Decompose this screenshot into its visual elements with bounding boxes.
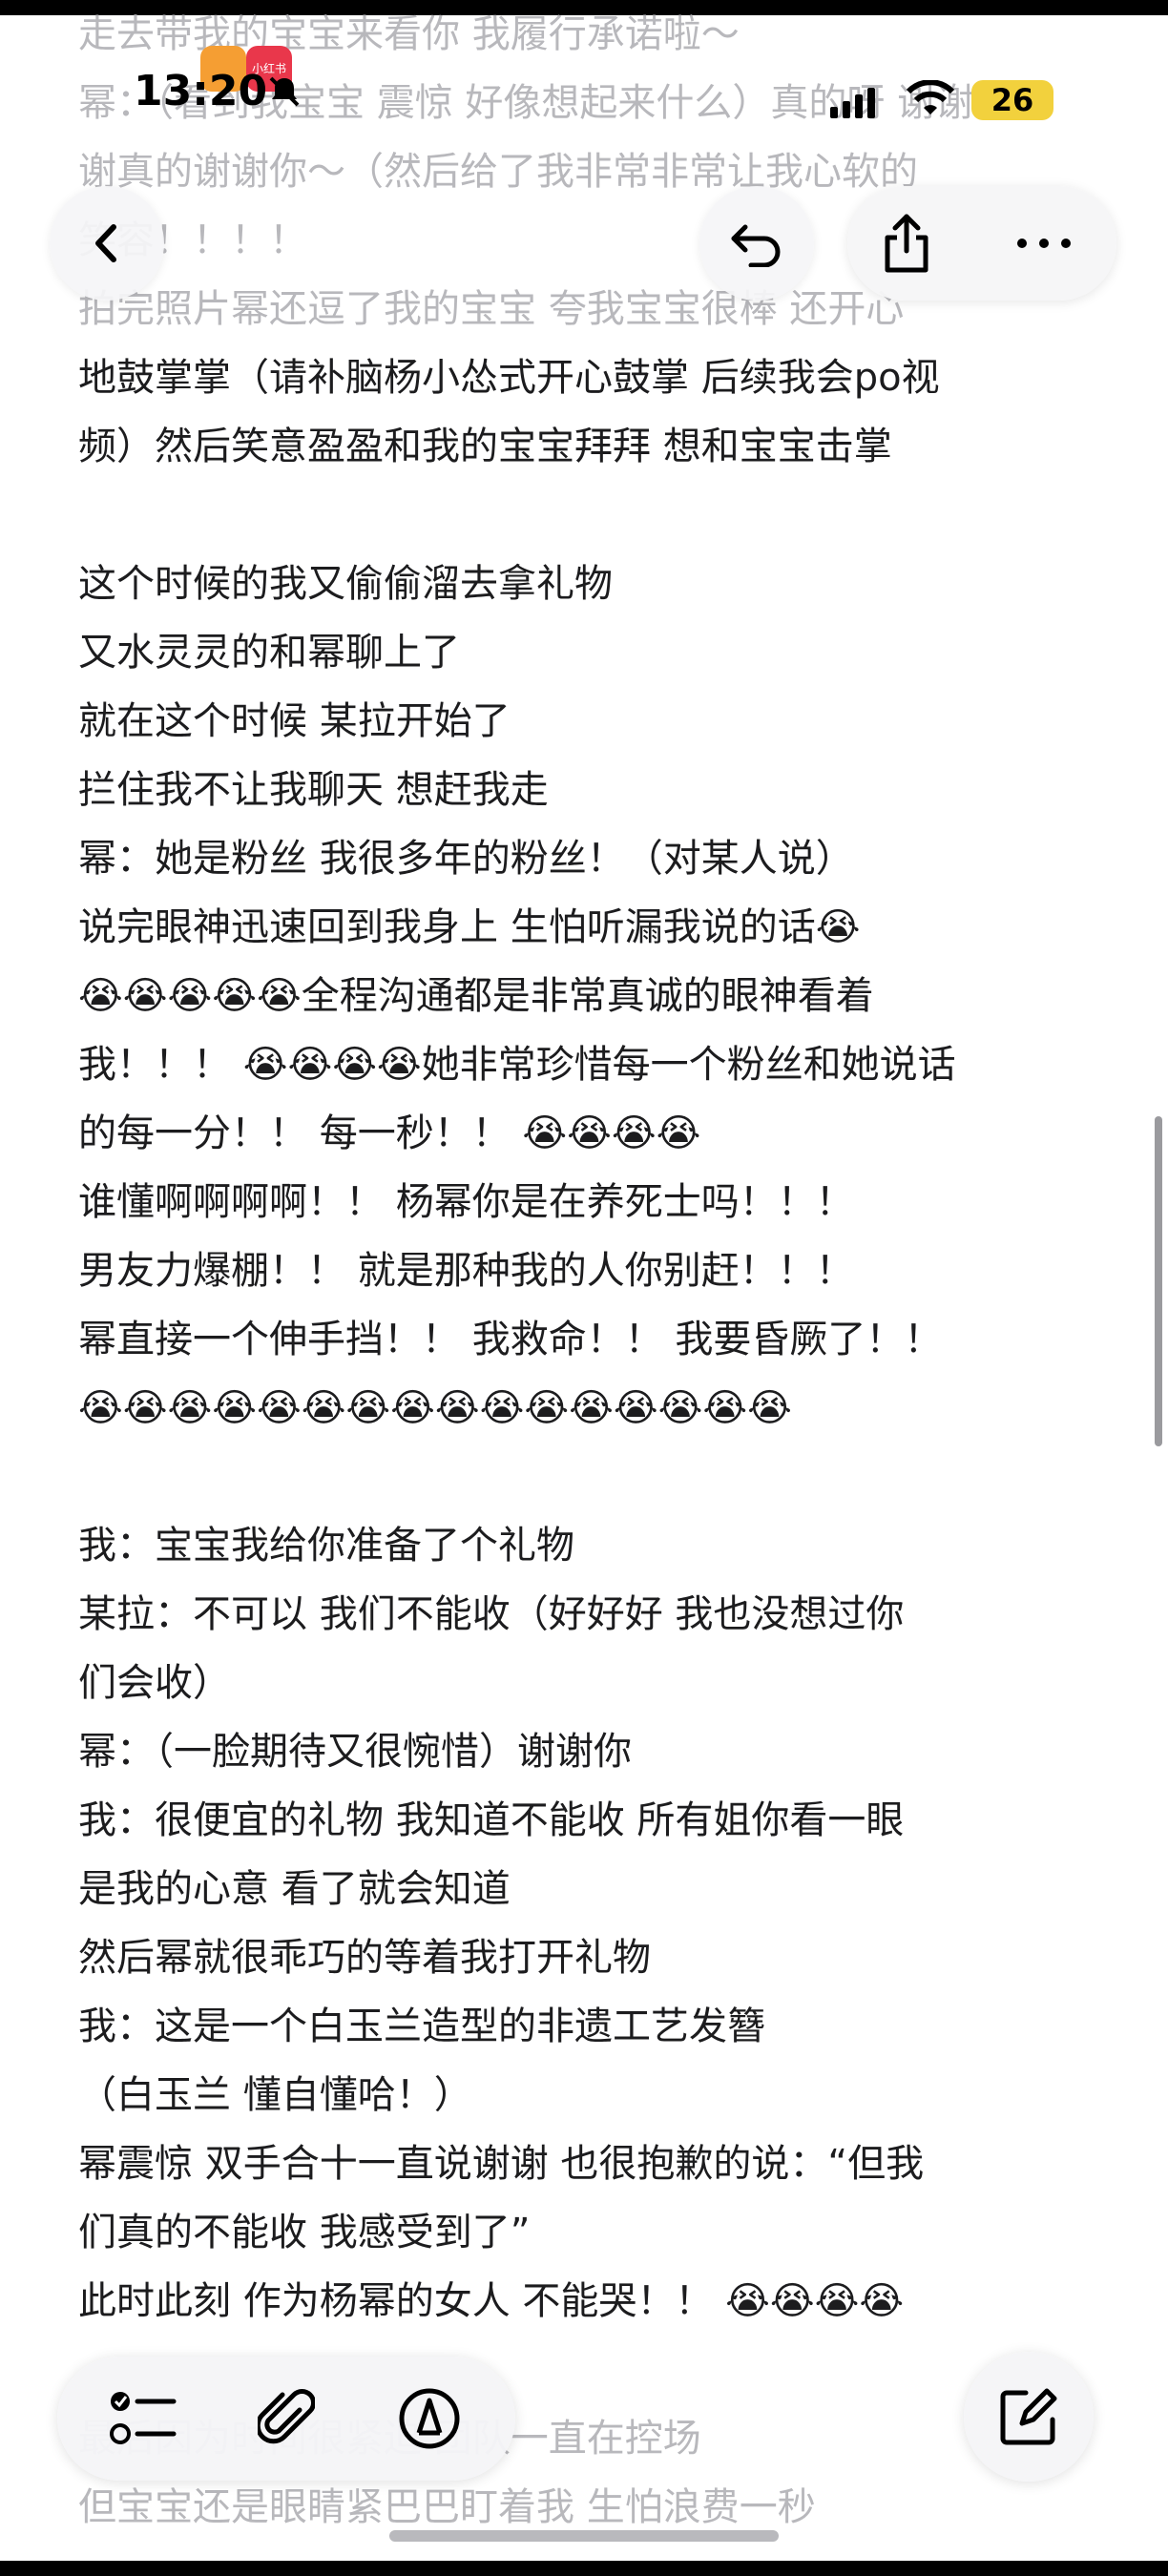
- note-line: 们会收）: [78, 1661, 231, 1705]
- note-line: 谁懂啊啊啊啊！！ 杨幂你是在养死士吗！！！: [78, 1180, 854, 1224]
- note-line: 男友力爆棚！！ 就是那种我的人你别赶！！！: [78, 1249, 854, 1293]
- markup-button[interactable]: [391, 2380, 468, 2457]
- paperclip-icon: [258, 2389, 315, 2444]
- compose-button[interactable]: [964, 2352, 1094, 2482]
- note-line: 我！！！ 😭😭😭😭她非常珍惜每一个粉丝和她说话: [78, 1043, 956, 1087]
- cellular-signal-icon: [830, 88, 875, 118]
- chevron-left-icon: [95, 224, 116, 262]
- note-line: 们真的不能收 我感受到了”: [78, 2211, 531, 2254]
- note-line: 说完眼神迅速回到我身上 生怕听漏我说的话😭: [78, 905, 861, 949]
- bottom-edge: [0, 2561, 1168, 2576]
- note-line: 地鼓掌掌（请补脑杨小怂式开心鼓掌 后续我会po视: [78, 356, 940, 400]
- wifi-icon: [906, 80, 955, 114]
- share-more-group: [847, 186, 1116, 301]
- more-button[interactable]: [1006, 205, 1082, 281]
- note-line: 我：这是一个白玉兰造型的非遗工艺发簪: [78, 2005, 765, 2048]
- note-line: 某拉：不可以 我们不能收（好好好 我也没想过你: [78, 1592, 905, 1636]
- bottom-toolbar: [57, 2357, 515, 2481]
- note-line: 然后幂就很乖巧的等着我打开礼物: [78, 1936, 651, 1980]
- note-line: 谢真的谢谢你～（然后给了我非常非常让我心软的: [78, 150, 918, 194]
- note-line: 频）然后笑意盈盈和我的宝宝拜拜 想和宝宝击掌: [78, 425, 892, 468]
- share-icon: [885, 214, 928, 273]
- battery-indicator: 26: [971, 80, 1053, 120]
- note-line: 😭😭😭😭😭全程沟通都是非常真诚的眼神看着: [78, 974, 874, 1018]
- pen-markup-icon: [399, 2388, 460, 2449]
- note-line: 就在这个时候 某拉开始了: [78, 699, 511, 743]
- attach-button[interactable]: [248, 2380, 324, 2457]
- more-icon: [1017, 239, 1071, 248]
- note-line: 幂：（一脸期待又很惋惜）谢谢你: [78, 1730, 632, 1774]
- back-button[interactable]: [50, 186, 164, 301]
- status-bar: 小红书 13:20 26: [0, 38, 1168, 134]
- checklist-button[interactable]: [105, 2380, 181, 2457]
- undo-button[interactable]: [699, 186, 814, 301]
- note-line: 拦住我不让我聊天 想赶我走: [78, 768, 549, 812]
- compose-icon: [1000, 2388, 1057, 2445]
- checklist-icon: [110, 2392, 177, 2444]
- note-line: 是我的心意 看了就会知道: [78, 1867, 511, 1911]
- note-line: 我：很便宜的礼物 我知道不能收 所有姐你看一眼: [78, 1798, 905, 1842]
- scrollbar-thumb[interactable]: [1155, 1116, 1162, 1446]
- share-button[interactable]: [868, 205, 945, 281]
- note-line: 我：宝宝我给你准备了个礼物: [78, 1524, 574, 1568]
- note-line: 又水灵灵的和幂聊上了: [78, 631, 460, 675]
- note-line: 😭😭😭😭😭😭😭😭😭😭😭😭😭😭😭😭: [78, 1386, 792, 1430]
- note-line: 幂震惊 双手合十一直说谢谢 也很抱歉的说：“但我: [78, 2142, 925, 2186]
- undo-icon: [731, 224, 781, 267]
- home-indicator[interactable]: [389, 2530, 779, 2542]
- note-line: 的每一分！！ 每一秒！！ 😭😭😭😭: [78, 1111, 701, 1155]
- note-line: （白玉兰 懂自懂哈！）: [78, 2073, 472, 2117]
- bell-slash-icon: [269, 76, 300, 107]
- note-line: 幂直接一个伸手挡！！ 我救命！！ 我要昏厥了！！: [78, 1318, 943, 1361]
- note-line: 幂：她是粉丝 我很多年的粉丝！（对某人说）: [78, 837, 854, 881]
- note-line: 此时此刻 作为杨幂的女人 不能哭！！ 😭😭😭😭: [78, 2279, 905, 2323]
- status-time: 13:20: [134, 67, 268, 115]
- note-line: 这个时候的我又偷偷溜去拿礼物: [78, 562, 613, 606]
